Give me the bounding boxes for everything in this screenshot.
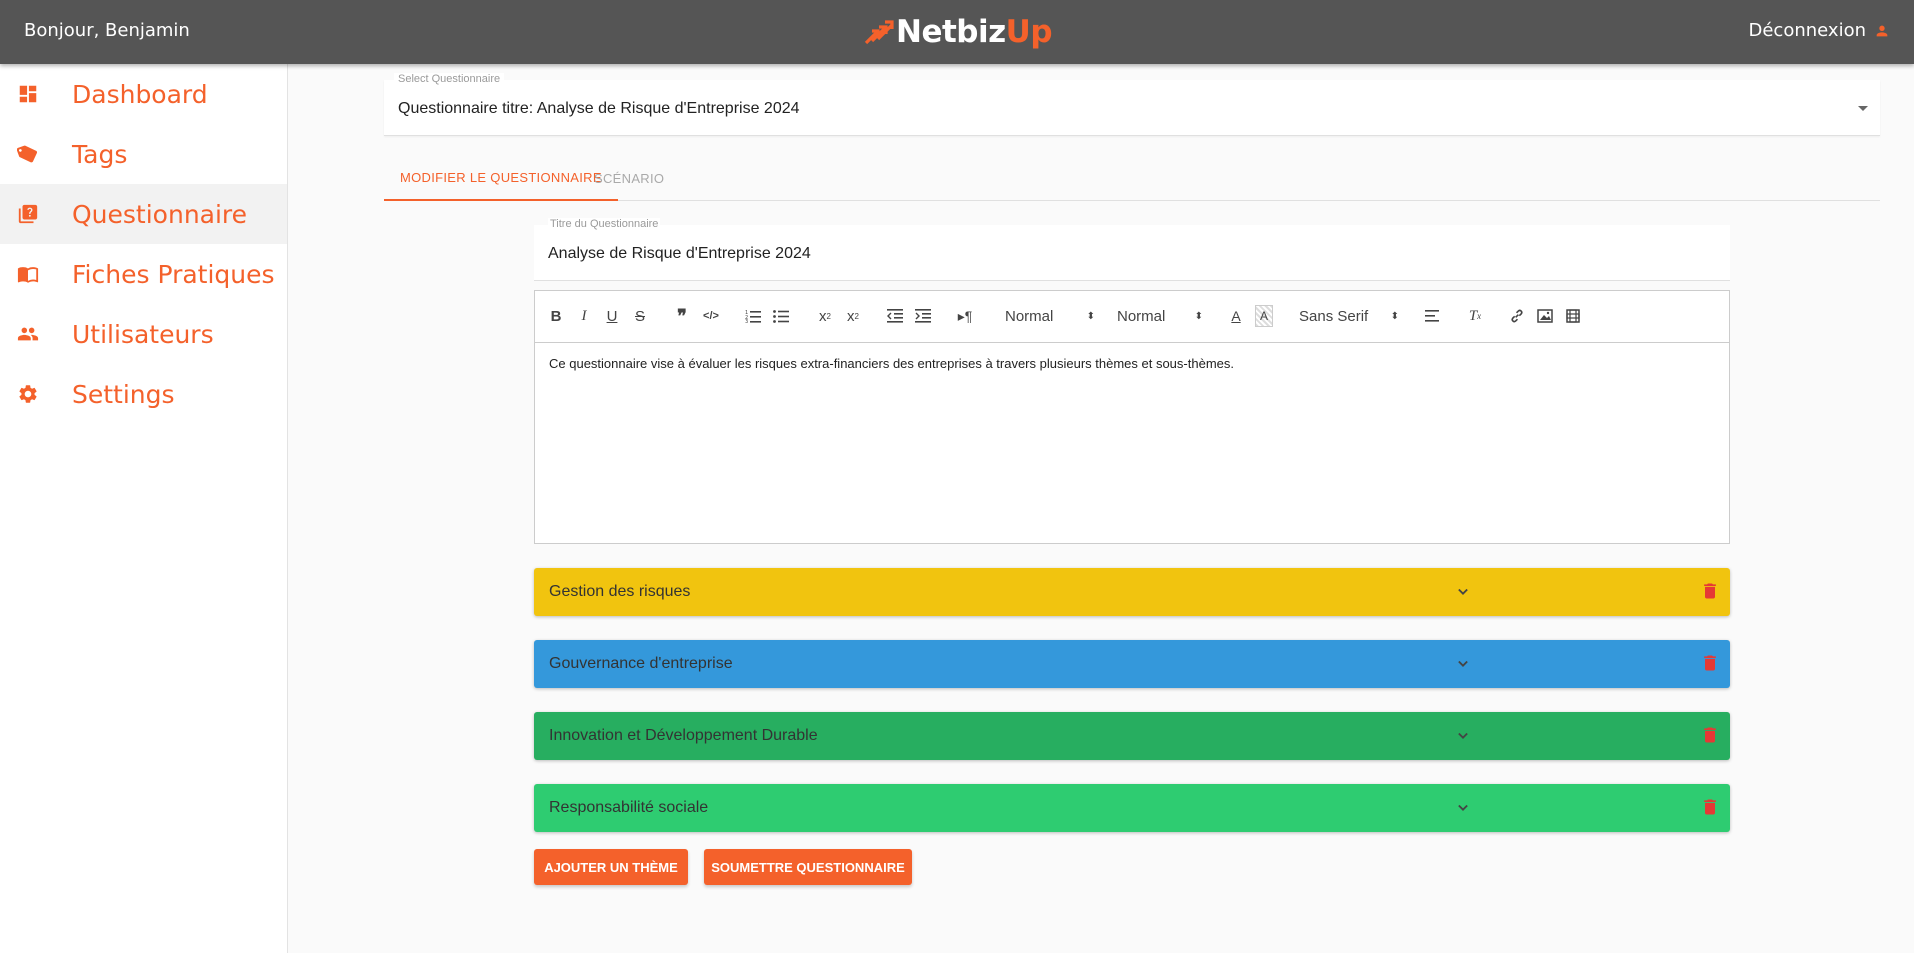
- select-caret-icon: ⬍: [1390, 310, 1399, 322]
- code-block-icon[interactable]: </>: [701, 305, 721, 327]
- top-bar: Bonjour, Benjamin Netbiz Up Déconnexion: [0, 0, 1914, 64]
- size-select[interactable]: Normal ⬍: [1117, 305, 1203, 327]
- theme-accordion-gestion-des-risques[interactable]: Gestion des risques: [534, 568, 1730, 616]
- logout-button[interactable]: Déconnexion: [1749, 20, 1891, 41]
- users-icon: [0, 323, 72, 345]
- tags-icon: [0, 143, 72, 165]
- sidebar-item-dashboard[interactable]: Dashboard: [0, 64, 287, 124]
- ordered-list-icon[interactable]: 123: [743, 305, 763, 327]
- editor-toolbar: B I U S ❞ </> 123 x2 x2 ▸¶ Normal ⬍ Norm…: [535, 291, 1729, 343]
- questionnaire-select[interactable]: Questionnaire titre: Analyse de Risque d…: [384, 80, 1880, 136]
- delete-icon[interactable]: [1700, 724, 1720, 751]
- subscript-icon[interactable]: x2: [815, 305, 835, 327]
- editor-content[interactable]: Ce questionnaire vise à évaluer les risq…: [535, 343, 1729, 384]
- delete-icon[interactable]: [1700, 580, 1720, 607]
- sidebar-item-label: Fiches Pratiques: [72, 259, 275, 289]
- text-color-icon[interactable]: A: [1227, 305, 1245, 327]
- header-select[interactable]: Normal ⬍: [1005, 305, 1095, 327]
- size-select-value: Normal: [1117, 307, 1166, 325]
- theme-label: Innovation et Développement Durable: [549, 727, 818, 744]
- theme-accordion-responsabilite-sociale[interactable]: Responsabilité sociale: [534, 784, 1730, 832]
- questionnaire-select-value: Questionnaire titre: Analyse de Risque d…: [398, 100, 800, 117]
- sidebar-item-label: Tags: [72, 139, 128, 169]
- chevron-down-icon[interactable]: [1453, 798, 1473, 823]
- font-select[interactable]: Sans Serif ⬍: [1299, 305, 1399, 327]
- questionnaire-title-label: Titre du Questionnaire: [548, 218, 661, 230]
- tabs-bar: Modifier le questionnaire Scénario: [384, 155, 1880, 201]
- theme-label: Gouvernance d'entreprise: [549, 655, 733, 672]
- strike-icon[interactable]: S: [631, 305, 649, 327]
- sidebar-item-tags[interactable]: Tags: [0, 124, 287, 184]
- sidebar-item-label: Settings: [72, 379, 175, 409]
- align-icon[interactable]: [1423, 305, 1443, 327]
- dropdown-arrow-icon: [1858, 106, 1868, 111]
- text-direction-icon[interactable]: ▸¶: [955, 305, 975, 327]
- add-theme-button[interactable]: Ajouter un thème: [534, 849, 688, 885]
- sidebar-item-label: Questionnaire: [72, 199, 248, 229]
- questionnaire-title-field[interactable]: Analyse de Risque d'Entreprise 2024: [534, 225, 1730, 281]
- sidebar-item-questionnaire[interactable]: Questionnaire: [0, 184, 287, 244]
- sidebar-item-fiches-pratiques[interactable]: Fiches Pratiques: [0, 244, 287, 304]
- tab-scenario[interactable]: Scénario: [578, 155, 680, 201]
- chevron-down-icon[interactable]: [1453, 726, 1473, 751]
- greeting-text: Bonjour, Benjamin: [24, 20, 190, 41]
- bold-icon[interactable]: B: [547, 305, 565, 327]
- bullet-list-icon[interactable]: [771, 305, 791, 327]
- outdent-icon[interactable]: [885, 305, 905, 327]
- sidebar-item-label: Dashboard: [72, 79, 208, 109]
- sidebar: Dashboard Tags Questionnaire Fiches Prat…: [0, 64, 288, 953]
- theme-label: Responsabilité sociale: [549, 799, 709, 816]
- clear-format-icon[interactable]: Tx: [1465, 305, 1485, 327]
- sidebar-item-label: Utilisateurs: [72, 319, 214, 349]
- gear-icon: [0, 383, 72, 405]
- theme-accordion-innovation[interactable]: Innovation et Développement Durable: [534, 712, 1730, 760]
- person-icon: [1876, 25, 1888, 36]
- svg-text:3: 3: [745, 319, 748, 323]
- sidebar-item-utilisateurs[interactable]: Utilisateurs: [0, 304, 287, 364]
- rich-text-editor: B I U S ❞ </> 123 x2 x2 ▸¶ Normal ⬍ Norm…: [534, 290, 1730, 544]
- theme-label: Gestion des risques: [549, 583, 691, 600]
- video-icon[interactable]: [1563, 305, 1583, 327]
- submit-questionnaire-button[interactable]: Soumettre questionnaire: [704, 849, 912, 885]
- dashboard-icon: [0, 83, 72, 105]
- sidebar-item-settings[interactable]: Settings: [0, 364, 287, 424]
- select-caret-icon: ⬍: [1194, 310, 1203, 322]
- logo: Netbiz Up: [862, 12, 1053, 52]
- indent-icon[interactable]: [913, 305, 933, 327]
- font-select-value: Sans Serif: [1299, 307, 1369, 325]
- chevron-down-icon[interactable]: [1453, 582, 1473, 607]
- italic-icon[interactable]: I: [575, 305, 593, 327]
- blockquote-icon[interactable]: ❞: [673, 305, 691, 327]
- logo-text-netbiz: Netbiz: [896, 14, 1006, 50]
- questionnaire-title-value: Analyse de Risque d'Entreprise 2024: [548, 245, 811, 262]
- logo-arrows-icon: [864, 20, 894, 45]
- chevron-down-icon[interactable]: [1453, 654, 1473, 679]
- delete-icon[interactable]: [1700, 652, 1720, 679]
- book-icon: [0, 263, 72, 285]
- quiz-icon: [0, 203, 72, 225]
- theme-accordion-gouvernance[interactable]: Gouvernance d'entreprise: [534, 640, 1730, 688]
- background-color-icon[interactable]: A: [1255, 305, 1273, 327]
- image-icon[interactable]: [1535, 305, 1555, 327]
- select-caret-icon: ⬍: [1086, 310, 1095, 322]
- logo-text-up: Up: [1005, 14, 1053, 50]
- delete-icon[interactable]: [1700, 796, 1720, 823]
- link-icon[interactable]: [1507, 305, 1527, 327]
- superscript-icon[interactable]: x2: [843, 305, 863, 327]
- questionnaire-select-label: Select Questionnaire: [394, 73, 505, 85]
- underline-icon[interactable]: U: [603, 305, 621, 327]
- header-select-value: Normal: [1005, 307, 1054, 325]
- logout-label: Déconnexion: [1748, 20, 1867, 41]
